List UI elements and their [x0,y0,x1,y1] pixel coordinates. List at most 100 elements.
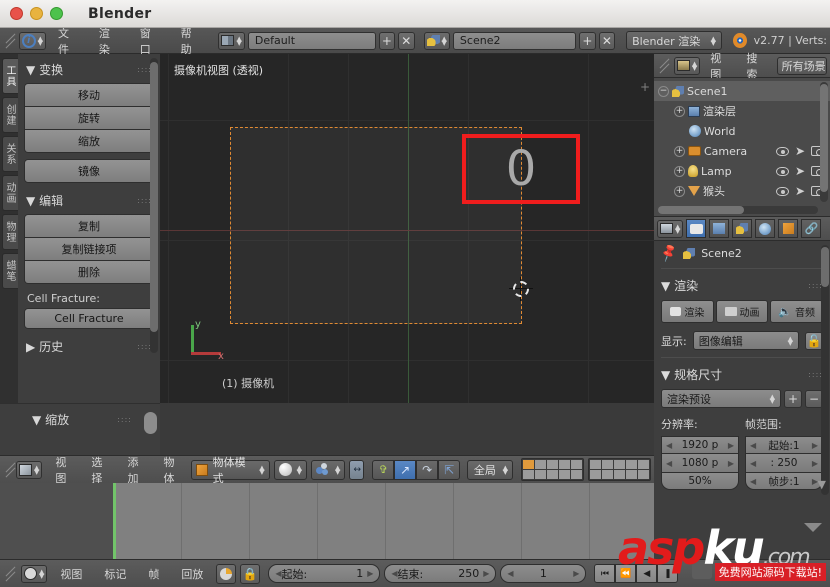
section-header-dimensions[interactable]: ▼ 规格尺寸 :::: [661,366,823,383]
rotate-manipulator-icon[interactable]: ↗ [394,459,417,480]
header-corner-grip[interactable] [657,55,670,77]
auto-keyframe-icon[interactable] [216,563,237,584]
tool-shelf-scrollbar[interactable] [150,58,158,353]
panel-header-history[interactable]: ▶ 历史 :::: [24,335,154,360]
tool-tab-create[interactable]: 创建 [2,97,18,133]
timeline-menu-playback[interactable]: 回放 [172,564,212,584]
preset-add-button[interactable]: + [784,389,802,408]
jump-to-start-icon[interactable]: ⏮ [594,564,616,583]
outliner-row-monkey[interactable]: + 猴头 ➤ [654,181,830,201]
tool-tab-animation[interactable]: 动画 [2,175,18,211]
eye-icon[interactable] [775,146,789,156]
timeline-menu-view[interactable]: 视图 [51,564,91,584]
chevron-right-icon[interactable]: ▶ [728,441,734,450]
cursor-select-icon[interactable]: ➤ [795,165,805,177]
expander-icon[interactable]: + [674,185,685,197]
frame-start-input[interactable]: ◀ 起始: 1 ▶ [268,564,381,583]
screen-layout-selector[interactable]: ▲ ▼ [218,31,245,50]
window-maximize-button[interactable] [50,7,63,20]
scale-manipulator-icon[interactable]: ↷ [416,459,439,480]
render-audio-button[interactable]: 🔈 音频 [770,300,824,323]
tool-tab-tools[interactable]: 工具 [2,58,18,94]
tool-tab-grease-pencil[interactable]: 蜡笔 [2,253,18,289]
display-mode-dropdown[interactable]: 图像编辑 ▲ ▼ [692,331,799,350]
panel-header-scale[interactable]: ▼ 缩放 :::: [8,408,152,433]
chevron-left-icon[interactable]: ◀ [666,441,672,450]
resolution-percentage-field[interactable]: 50% [661,472,739,490]
outliner-row-scene1[interactable]: − Scene1 [654,81,830,101]
frame-start-field[interactable]: ◀ 起始:1 ▶ [745,436,823,454]
header-corner-grip[interactable] [3,30,16,52]
world-tab-icon[interactable] [755,219,776,238]
chevron-left-icon[interactable]: ◀ [750,459,756,468]
properties-scrollbar[interactable] [821,245,829,495]
outliner-row-world[interactable]: World [654,121,830,141]
timeline-menu-marker[interactable]: 标记 [95,564,135,584]
render-still-button[interactable]: 渲染 [661,300,714,323]
pivot-point-dropdown[interactable]: ▲ ▼ [311,459,346,480]
cursor-select-icon[interactable]: ➤ [795,145,805,157]
lock-icon[interactable]: 🔒 [240,563,261,584]
screen-layout-delete-button[interactable]: ✕ [398,31,415,50]
frame-end-input[interactable]: ◀ 结束: 250 ▶ [384,564,497,583]
editor-type-selector-outliner[interactable]: ▲ ▼ [673,56,701,75]
frame-end-field[interactable]: ◀ : 250 ▶ [745,454,823,472]
tool-tab-relations[interactable]: 关系 [2,136,18,172]
section-header-render[interactable]: ▼ 渲染 :::: [661,277,823,294]
duplicate-button[interactable]: 复制 [24,214,154,238]
translate-manipulator-icon[interactable]: ✞ [372,459,395,480]
chevron-right-icon[interactable]: ▶ [728,459,734,468]
timeline-menu-frame[interactable]: 帧 [139,564,168,584]
outliner-display-mode-dropdown[interactable]: 所有场景 [776,56,827,75]
properties-scroll-down-icon[interactable]: ▼ [818,478,826,491]
transform-orientation-dropdown[interactable]: 全局 ▲ ▼ [467,459,513,480]
cell-fracture-button[interactable]: Cell Fracture [24,308,154,329]
window-minimize-button[interactable] [30,7,43,20]
text-object-zero[interactable]: 0 [462,134,580,204]
outliner-row-lamp[interactable]: + Lamp ➤ [654,161,830,181]
window-close-button[interactable] [10,7,23,20]
scene-name-field[interactable]: Scene2 [452,31,577,50]
scene-add-button[interactable]: + [579,31,596,50]
outliner-tree[interactable]: − Scene1 + 渲染层 World + Camera ➤ + Lamp ➤… [654,78,830,216]
editor-type-selector-properties[interactable]: ▲ ▼ [657,219,684,238]
interaction-mode-dropdown[interactable]: 物体模式 ▲ ▼ [190,456,270,485]
eye-icon[interactable] [775,186,789,196]
delete-button[interactable]: 删除 [24,261,154,284]
chevron-right-icon[interactable]: ▶ [483,569,489,578]
chevron-left-icon[interactable]: ◀ [666,459,672,468]
playback-extra-button[interactable] [692,562,712,579]
scene-tab-icon[interactable] [732,219,753,238]
screen-layout-add-button[interactable]: + [378,31,396,50]
resolution-y-field[interactable]: ◀ 1080 p ▶ [661,454,739,472]
outliner-horizontal-scrollbar[interactable] [658,206,818,214]
duplicate-linked-button[interactable]: 复制链接项 [24,238,154,261]
editor-type-selector-timeline[interactable]: ▲ ▼ [21,564,48,583]
move-button[interactable]: 移动 [24,83,154,107]
chevron-right-icon[interactable]: ▶ [573,569,579,578]
frame-step-field[interactable]: ◀ 帧步:1 ▶ [745,472,823,490]
editor-type-selector-info[interactable]: i ▲ ▼ [18,31,47,50]
cursor-select-icon[interactable]: ➤ [795,185,805,197]
panel-header-transform[interactable]: ▼ 变换 :::: [24,58,154,83]
outliner-vertical-scrollbar[interactable] [820,82,828,202]
scale-button[interactable]: 缩放 [24,130,154,153]
viewport-expand-icon[interactable]: + [640,80,650,94]
render-animation-button[interactable]: 动画 [715,300,769,323]
scene-layers-group-2[interactable] [588,458,651,481]
render-tab-icon[interactable] [686,219,707,238]
viewport-shading-dropdown[interactable]: ▲ ▼ [273,459,308,480]
chevron-right-icon[interactable]: ▶ [812,441,818,450]
tool-tab-physics[interactable]: 物理 [2,214,18,250]
outliner-row-camera[interactable]: + Camera ➤ [654,141,830,161]
3d-cursor-icon[interactable] [509,277,533,301]
chevron-left-icon[interactable]: ◀ [750,477,756,486]
manipulator-extra-icon[interactable]: ⇱ [438,459,461,480]
eye-icon[interactable] [775,166,789,176]
mirror-button[interactable]: 镜像 [24,159,154,183]
manipulator-toggle-icon[interactable]: ↔ [349,459,365,480]
expander-icon[interactable]: + [674,165,685,177]
header-corner-grip[interactable] [3,563,17,585]
chevron-right-icon[interactable]: ▶ [812,459,818,468]
scene-layers-group-1[interactable] [521,458,584,481]
